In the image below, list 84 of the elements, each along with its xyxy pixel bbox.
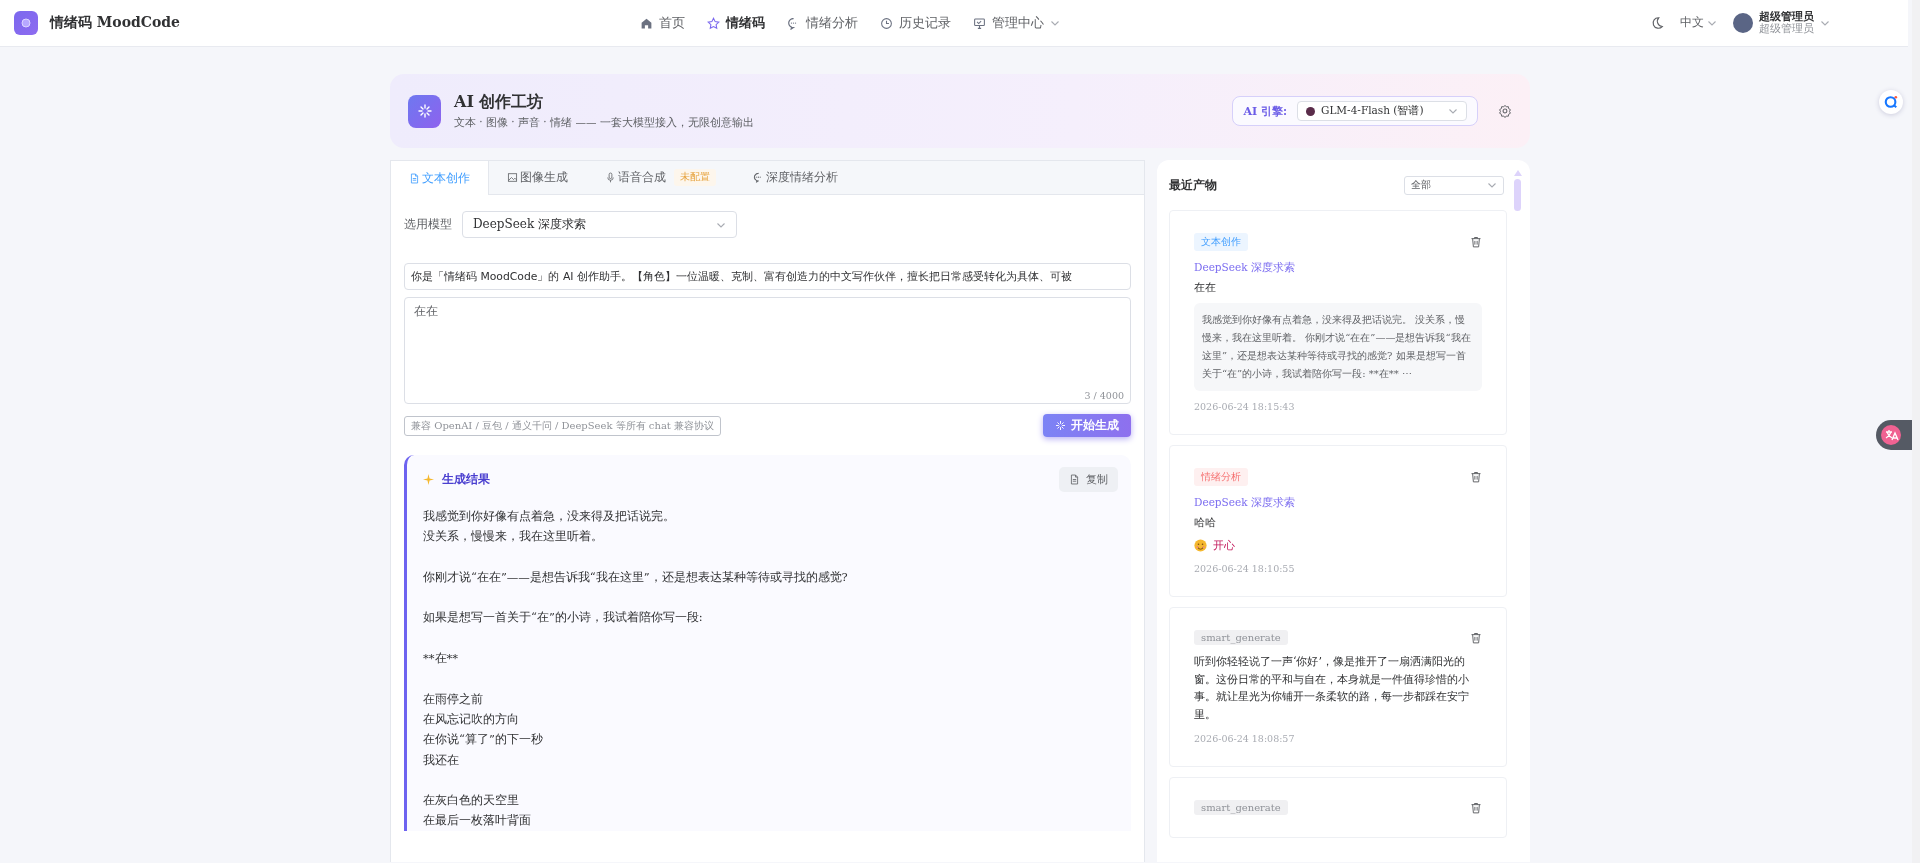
engine-label: AI 引擎:	[1243, 103, 1287, 119]
chevron-down-icon	[1487, 180, 1497, 190]
tab[interactable]: 深度情绪分析	[735, 161, 857, 194]
result-paragraph: 你刚才说“在在”——是想告诉我“我在这里”，还是想表达某种等待或寻找的感觉?	[423, 568, 849, 586]
tab[interactable]: 图像生成	[489, 161, 587, 194]
assistant-button[interactable]	[1879, 90, 1903, 114]
timestamp: 2026-06-24 18:15:43	[1194, 401, 1296, 412]
engine-logo-icon	[1306, 106, 1315, 116]
chevron-down-icon	[1050, 18, 1060, 28]
studio-title: AI 创作工坊	[454, 92, 545, 113]
trash-icon[interactable]	[1470, 471, 1482, 483]
sparkle-icon	[423, 474, 434, 485]
system-prompt-field[interactable]: 你是「情绪码 MoodCode」的 AI 创作助手。【角色】一位温暖、克制、富有创造力的中文写作伙伴，擅长把日常感受转化为具体、可被	[404, 263, 1131, 290]
translate-button[interactable]	[1876, 420, 1912, 450]
trash-icon[interactable]	[1470, 801, 1482, 814]
prompt-text: 哈哈	[1194, 515, 1217, 530]
timestamp: 2026-06-24 18:08:57	[1194, 733, 1296, 744]
chat-bubble-icon	[1884, 95, 1898, 109]
sparkle-icon	[1055, 420, 1066, 431]
user-role: 超级管理员	[1759, 23, 1814, 35]
generated-text: 听到你轻轻说了一声‘你好’，像是推开了一扇洒满阳光的窗。这份日常的平和与自在，本身就是一件值得珍惜的小事。就让星光为你铺开一条柔软的路，每一步都踩在安宁里。	[1194, 654, 1470, 723]
model-select[interactable]: DeepSeek 深度求索	[462, 211, 737, 238]
category-tag: 情绪分析	[1194, 468, 1248, 486]
user-name: 超级管理员	[1759, 11, 1814, 24]
copy-button[interactable]: 复制	[1059, 467, 1118, 492]
document-icon	[1069, 474, 1080, 485]
timestamp: 2026-06-24 18:10:55	[1194, 563, 1296, 574]
result-paragraph: 在雨停之前 在风忘记吹的方向 在你说“算了”的下一秒 我还在	[423, 690, 544, 769]
document-icon	[409, 172, 420, 184]
history-card[interactable]: 情绪分析 DeepSeek 深度求索 哈哈 开心 2026-06-24 18:10:55	[1169, 445, 1507, 597]
moon-icon[interactable]	[1650, 16, 1664, 30]
settings-icon[interactable]	[1498, 104, 1512, 118]
language-select[interactable]: 中文	[1680, 14, 1717, 32]
translate-icon	[1880, 424, 1902, 446]
chevron-down-icon	[1448, 106, 1458, 116]
filter-select[interactable]: 全部	[1404, 175, 1504, 195]
result-title: 生成结果	[442, 471, 490, 488]
history-card[interactable]: 文本创作 DeepSeek 深度求索 在在 我感觉到你好像有点着急，没来得及把话说完。 没关系，慢慢来，我在这里听着。 你刚才说“在在”——是想告诉我“我在这里”，还是想表达某种等待或寻找的感觉? 如果是想写一首关于“在”的小诗，我试着陪你写一段: **在** ⋯ 2026-06-24 18:15:43	[1169, 210, 1507, 435]
chat-bubble-icon	[753, 172, 764, 183]
category-tag: smart_generate	[1194, 630, 1288, 645]
star-icon	[707, 16, 720, 30]
image-icon	[507, 172, 518, 183]
nav-link[interactable]: 首页	[640, 14, 685, 32]
result-paragraph: 如果是想写一首关于“在”的小诗，我试着陪你写一段:	[423, 609, 704, 627]
avatar[interactable]	[1733, 13, 1753, 33]
nav-link[interactable]: 管理中心	[973, 14, 1060, 32]
trash-icon[interactable]	[1470, 631, 1482, 644]
character-counter: 3 / 4000	[1084, 390, 1124, 401]
output-preview: 我感觉到你好像有点着急，没来得及把话说完。 没关系，慢慢来，我在这里听着。 你刚才说“在在”——是想告诉我“我在这里”，还是想表达某种等待或寻找的感觉? 如果是想写一首关于“在”的小诗，我试着陪你写一段: **在** ⋯	[1194, 303, 1482, 391]
monitor-icon	[973, 16, 986, 30]
model-name: DeepSeek 深度求索	[1194, 261, 1296, 275]
category-tag: 文本创作	[1194, 233, 1248, 251]
compatibility-note: 兼容 OpenAI / 豆包 / 通义千问 / DeepSeek 等所有 chat 兼容协议	[404, 415, 722, 436]
nav-link[interactable]: 情绪码	[707, 14, 765, 32]
microphone-icon	[605, 172, 616, 183]
studio-subtitle: 文本 · 图像 · 声音 · 情绪 —— 一套大模型接入，无限创意输出	[454, 116, 754, 130]
sparkle-badge-icon	[408, 94, 441, 128]
panel-title: 最近产物	[1169, 176, 1217, 194]
generate-button[interactable]: 开始生成	[1043, 414, 1131, 437]
tab[interactable]: 语音合成 未配置	[587, 161, 735, 194]
nav-link[interactable]: 情绪分析	[787, 14, 858, 32]
trash-icon[interactable]	[1470, 236, 1482, 248]
app-name: 情绪码 MoodCode	[50, 14, 181, 32]
model-name: DeepSeek 深度求索	[1194, 496, 1296, 510]
nav-link[interactable]: 历史记录	[880, 14, 951, 32]
history-card[interactable]: smart_generate 听到你轻轻说了一声‘你好’，像是推开了一扇洒满阳光的窗。这份日常的平和与自在，本身就是一件值得珍惜的小事。就让星光为你铺开一条柔软的路，每一步都踩在安宁里。 2026-06-24 18:08:57	[1169, 607, 1507, 767]
chevron-down-icon	[1707, 18, 1717, 28]
result-paragraph: 在灰白色的天空里 在最后一枚落叶背面	[423, 792, 532, 830]
smiley-icon	[1194, 539, 1207, 552]
category-tag: smart_generate	[1194, 800, 1288, 815]
clock-icon	[880, 16, 893, 30]
model-label: 选用模型	[404, 217, 452, 232]
house-icon	[640, 16, 653, 30]
mood-label: 开心	[1213, 538, 1235, 553]
prompt-textarea[interactable]: 在在 3 / 4000	[404, 297, 1131, 404]
scrollbar-thumb[interactable]	[1514, 179, 1521, 211]
status-badge: 未配置	[674, 169, 716, 186]
app-logo[interactable]	[14, 11, 38, 35]
page-scrollbar[interactable]	[1912, 0, 1920, 863]
engine-select[interactable]: GLM-4-Flash (智谱)	[1297, 101, 1467, 121]
result-paragraph: **在**	[423, 650, 459, 668]
result-paragraph: 我感觉到你好像有点着急，没来得及把话说完。 没关系，慢慢来，我在这里听着。	[423, 508, 676, 546]
chevron-down-icon	[1820, 18, 1830, 28]
prompt-text: 在在	[1194, 280, 1217, 295]
